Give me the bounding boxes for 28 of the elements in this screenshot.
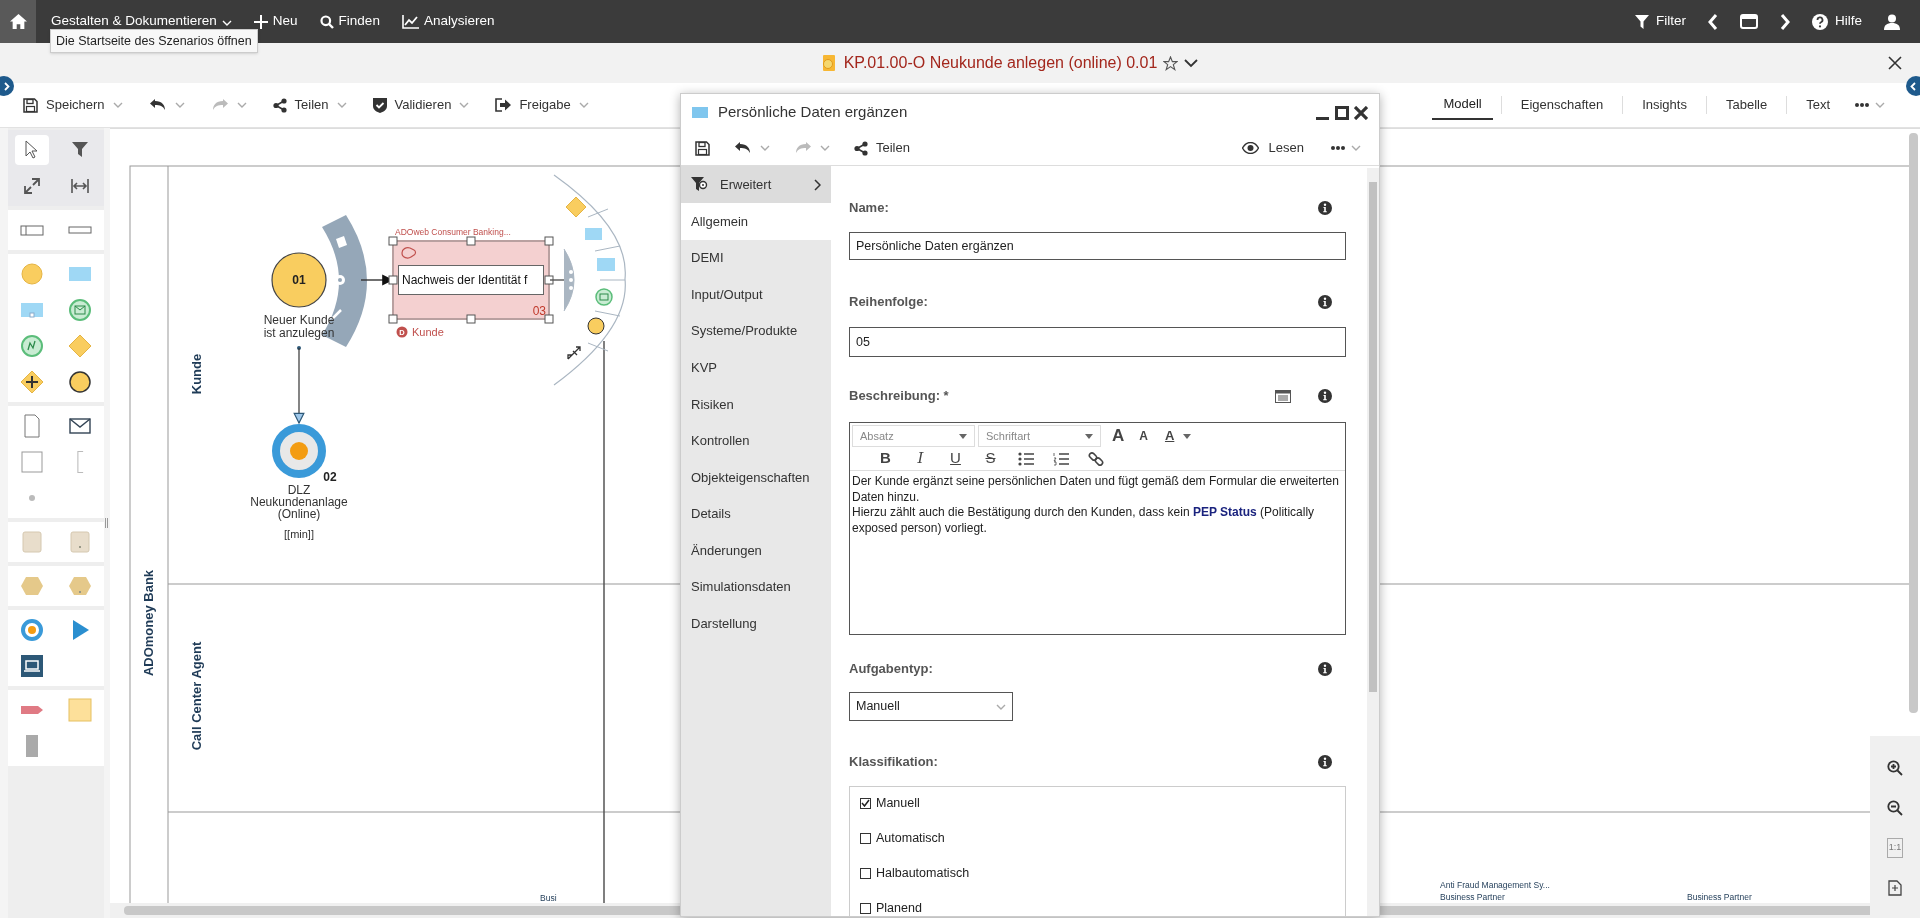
field-label: Aufgabentyp: [849,660,933,679]
event-label: (Online) [277,507,321,521]
lane-label: Call Center Agent [189,641,204,751]
description-paragraph: Hierzu zählt auch die Bestätigung durch den Kunden, dass kein PEP Status (Politically exposed person) vorliegt. [852,505,1316,536]
event-label: Neukundenanlage [250,495,348,509]
event-label: DLZ [287,483,311,497]
tooltip: Die Startseite des Szenarios öffnen [50,29,258,53]
lane-label: Kunde [189,353,204,395]
field-label: Name: [849,199,889,218]
description-paragraph: Der Kunde ergänzt seine persönlichen Daten und fügt gemäß dem Formular die erweiterten Daten hinzu. [852,474,1340,505]
system-label: Busi [540,893,557,903]
duration-unit: [[min]] [284,528,314,540]
task-number: 03 [532,304,546,318]
field-label: Beschreibung: * [849,387,949,406]
model-title: KP.01.00-O Neukunde anlegen (online) 0.01 [843,53,1158,73]
event-label: Neuer Kunde [263,313,335,327]
event-number: 02 [323,470,337,484]
event-number: 01 [292,273,306,287]
pool-label: ADOmoney Bank [141,569,156,677]
event-label: ist anzulegen [263,326,335,340]
system-label: Business Partner [1440,892,1505,902]
dialog-title: Persönliche Daten ergänzen [718,102,908,123]
system-label: Business Partner [1687,892,1752,902]
system-label: Anti Fraud Management Sy... [1440,880,1550,890]
field-label: Reihenfolge: [849,293,928,312]
field-label: Klassifikation: [849,753,938,772]
role-label: Kunde [412,326,444,338]
system-label: ADOweb Consumer Banking... [395,227,511,237]
